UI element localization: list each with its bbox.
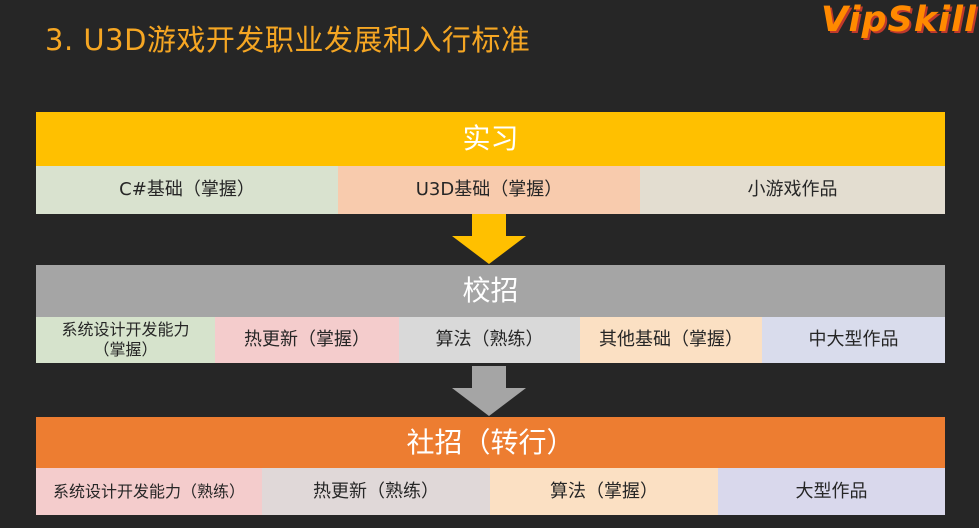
requirement-hot-update: 热更新（熟练）: [262, 468, 490, 515]
stage-intern: 实习 C#基础（掌握） U3D基础（掌握） 小游戏作品: [36, 112, 945, 214]
page-title: 3. U3D游戏开发职业发展和入行标准: [45, 23, 531, 57]
requirement-u3d-basics: U3D基础（掌握）: [338, 166, 640, 214]
requirement-csharp-basics: C#基础（掌握）: [36, 166, 338, 214]
requirement-other-basics: 其他基础（掌握）: [580, 317, 762, 363]
stage-social-requirements: 系统设计开发能力（熟练） 热更新（熟练） 算法（掌握） 大型作品: [36, 468, 945, 515]
stage-campus-header: 校招: [36, 265, 945, 317]
requirement-hot-update: 热更新（掌握）: [215, 317, 399, 363]
stage-social-header: 社招（转行）: [36, 417, 945, 468]
stage-intern-header: 实习: [36, 112, 945, 166]
requirement-mini-game-project: 小游戏作品: [640, 166, 945, 214]
vipskill-logo: VipSkill: [821, 0, 977, 40]
requirement-mid-large-project: 中大型作品: [762, 317, 945, 363]
requirement-algorithms: 算法（掌握）: [490, 468, 718, 515]
requirement-large-project: 大型作品: [718, 468, 945, 515]
stage-intern-requirements: C#基础（掌握） U3D基础（掌握） 小游戏作品: [36, 166, 945, 214]
stage-social: 社招（转行） 系统设计开发能力（熟练） 热更新（熟练） 算法（掌握） 大型作品: [36, 417, 945, 515]
stage-campus: 校招 系统设计开发能力 （掌握） 热更新（掌握） 算法（熟练） 其他基础（掌握）…: [36, 265, 945, 363]
requirement-system-design: 系统设计开发能力（熟练）: [36, 468, 262, 515]
requirement-algorithms: 算法（熟练）: [399, 317, 580, 363]
stage-campus-requirements: 系统设计开发能力 （掌握） 热更新（掌握） 算法（熟练） 其他基础（掌握） 中大…: [36, 317, 945, 363]
down-arrow-icon: [452, 366, 526, 416]
requirement-system-design: 系统设计开发能力 （掌握）: [36, 317, 215, 363]
down-arrow-icon: [452, 214, 526, 264]
